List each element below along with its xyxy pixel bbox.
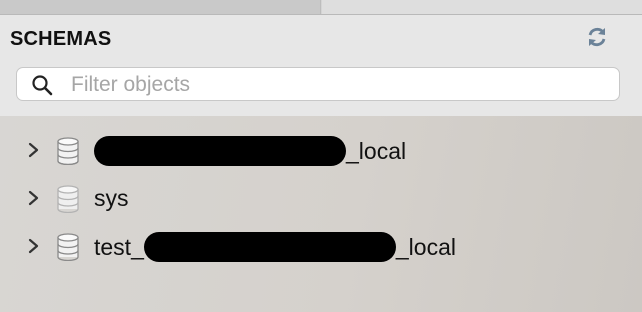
- chevron-right-icon[interactable]: [27, 142, 41, 158]
- chevron-right-icon[interactable]: [27, 190, 41, 206]
- panel-title: SCHEMAS: [10, 28, 112, 50]
- schema-row[interactable]: _local: [0, 130, 642, 170]
- search-icon: [31, 74, 55, 96]
- database-icon: [55, 233, 81, 262]
- chevron-right-icon[interactable]: [27, 238, 41, 254]
- database-icon: [55, 185, 81, 214]
- schema-label: test_ _local: [94, 232, 456, 262]
- schema-name-prefix: test_: [94, 234, 144, 260]
- tab-navigator[interactable]: [0, 0, 321, 14]
- schema-name-prefix: sys: [94, 185, 129, 211]
- schema-row[interactable]: test_ _local: [0, 226, 642, 266]
- schemas-header: SCHEMAS: [0, 15, 642, 116]
- filter-search-box[interactable]: [16, 67, 620, 101]
- refresh-icon[interactable]: [584, 24, 610, 50]
- top-tab-strip: [0, 0, 642, 15]
- schema-label: _local: [94, 136, 407, 166]
- filter-objects-input[interactable]: [69, 71, 613, 99]
- redaction-mark: [143, 232, 396, 262]
- schema-tree: _local sys test_ _local: [0, 116, 642, 312]
- schema-row[interactable]: sys: [0, 178, 642, 218]
- tab-secondary[interactable]: [322, 0, 642, 14]
- redaction-mark: [94, 136, 346, 166]
- schema-name-suffix: _local: [346, 138, 407, 164]
- schema-name-suffix: _local: [395, 234, 456, 260]
- schema-label: sys: [94, 184, 129, 212]
- database-icon: [55, 137, 81, 166]
